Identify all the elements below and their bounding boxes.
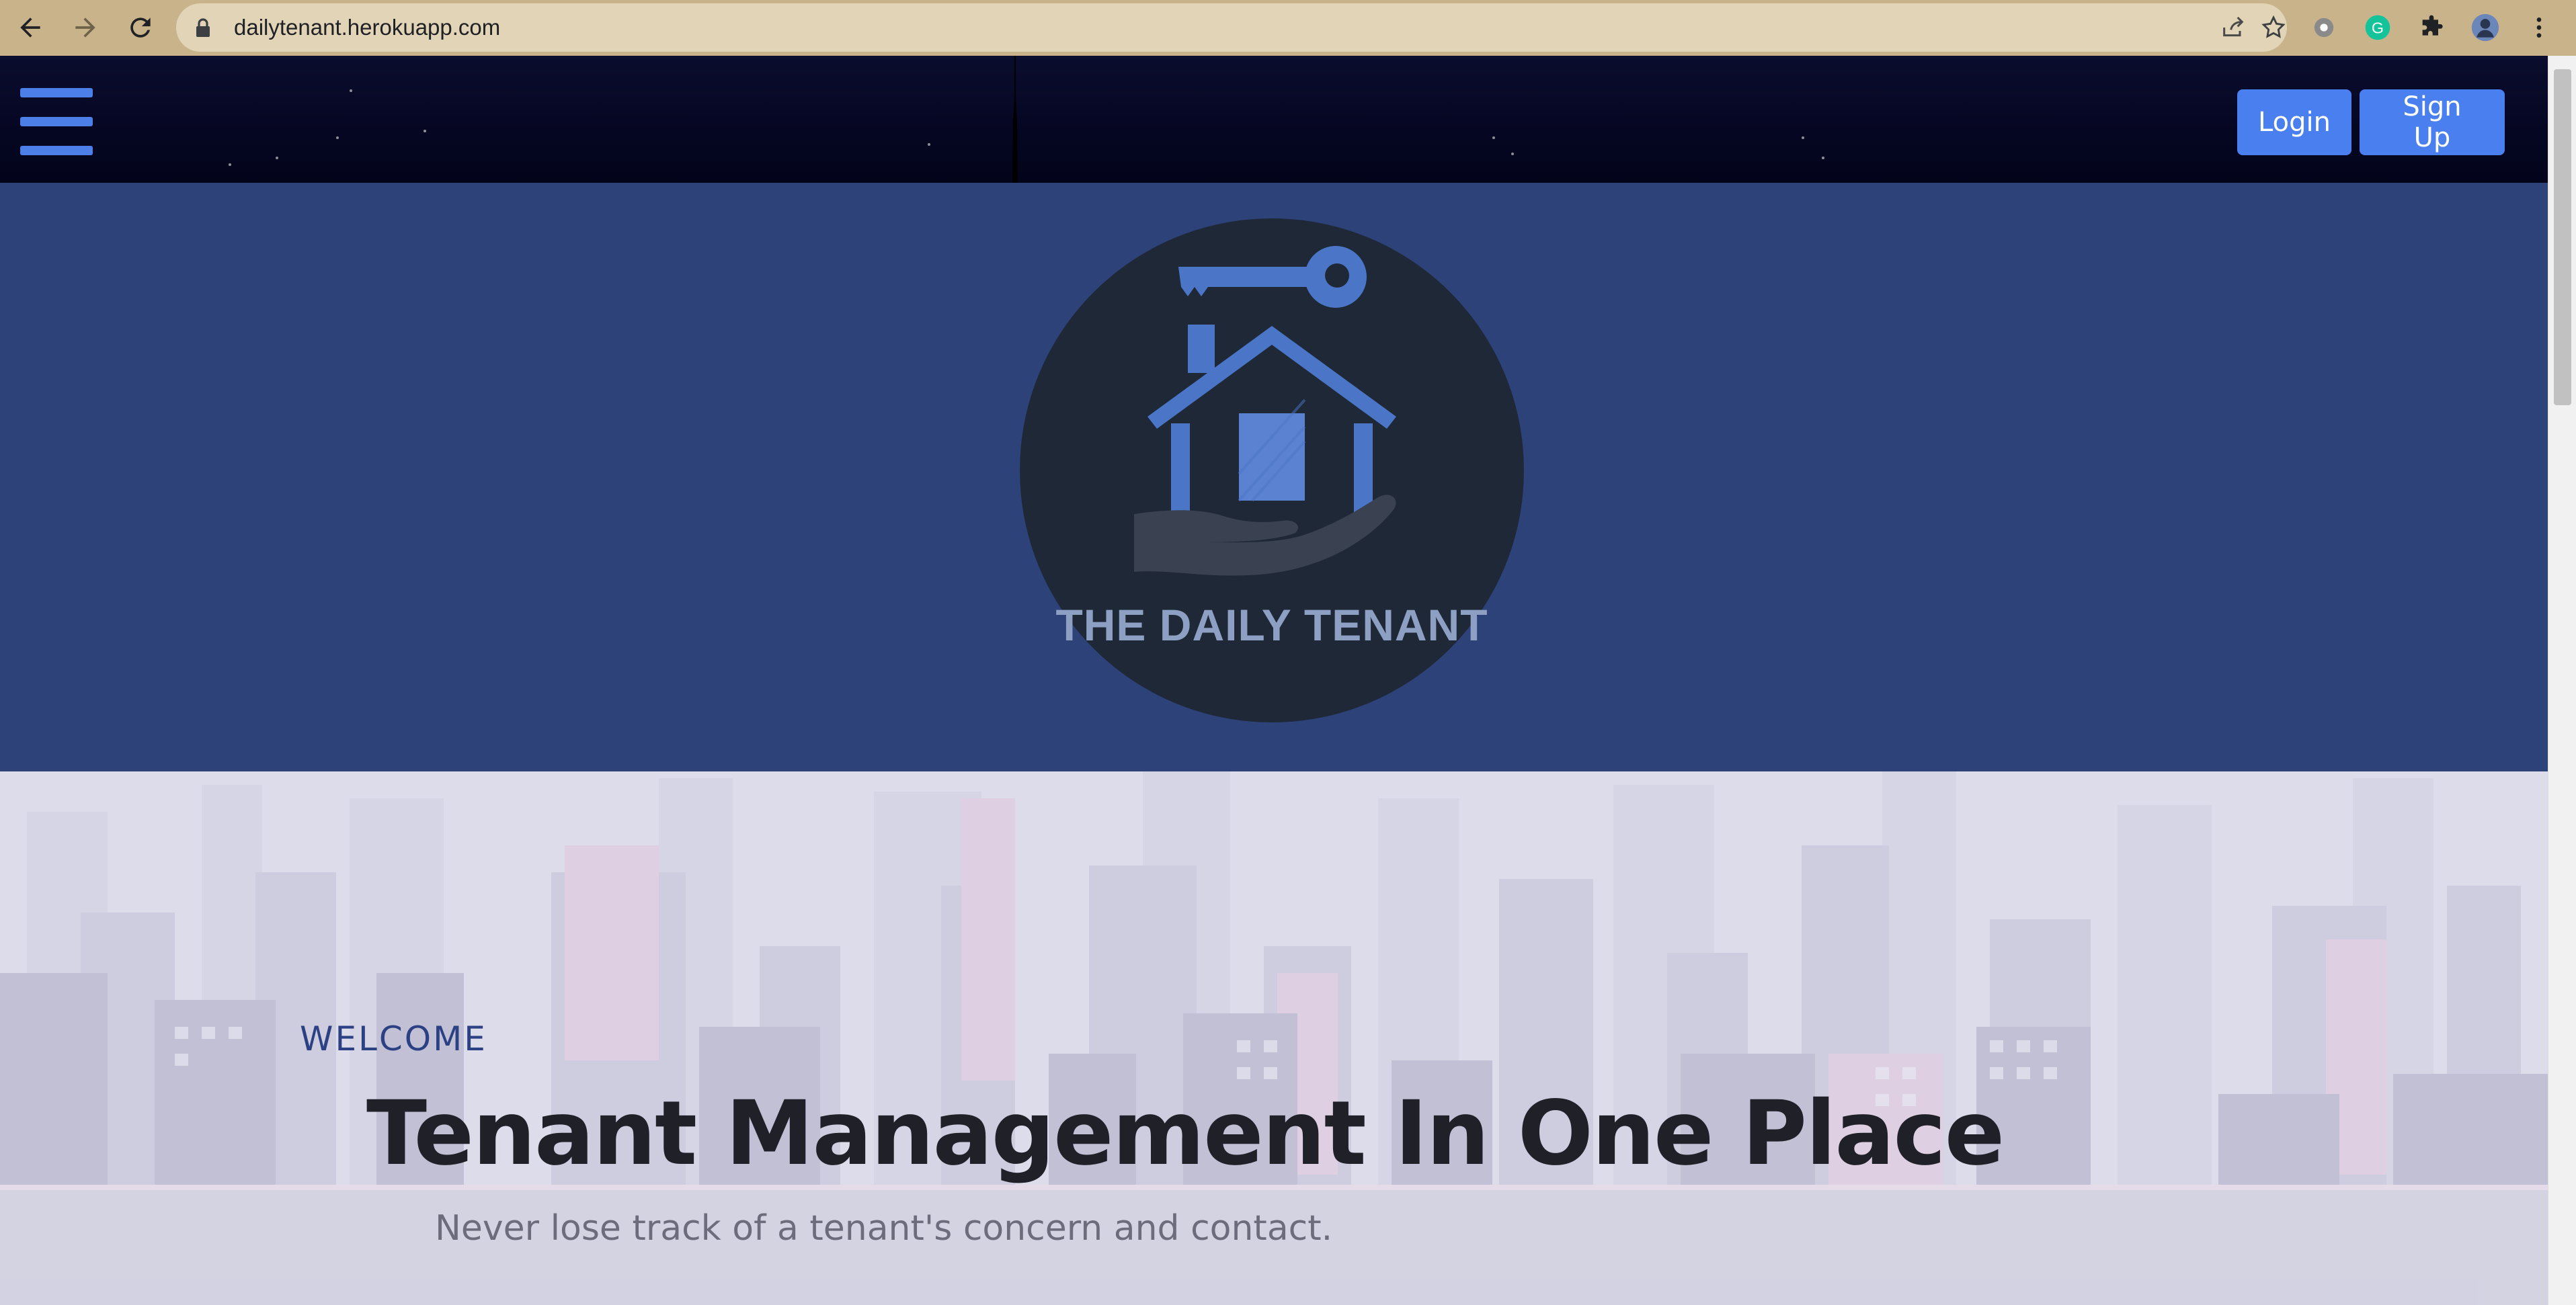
daily-tenant-logo: THE DAILY TENANT [1020, 218, 1524, 722]
address-bar[interactable]: dailytenant.herokuapp.com [176, 3, 2287, 52]
vertical-scrollbar[interactable] [2548, 56, 2576, 1305]
page-viewport: Login Sign Up THE DAILY TENANT WELCOME T… [0, 56, 2548, 1305]
hero-title: Tenant Management In One Place [366, 1082, 2005, 1185]
login-button[interactable]: Login [2237, 89, 2351, 155]
reload-icon[interactable] [120, 7, 161, 48]
share-icon[interactable] [2220, 14, 2247, 41]
extension-circle-icon[interactable] [2308, 12, 2339, 43]
logo-text: THE DAILY TENANT [1055, 600, 1488, 650]
site-header: Login Sign Up [0, 56, 2548, 183]
scrollbar-thumb[interactable] [2554, 69, 2571, 405]
lock-icon[interactable] [195, 18, 211, 37]
browser-toolbar: dailytenant.herokuapp.com G [0, 0, 2576, 56]
welcome-eyebrow: WELCOME [300, 1019, 487, 1058]
grammarly-icon[interactable]: G [2362, 12, 2393, 43]
tower-silhouette [1012, 56, 1018, 183]
hero-section: WELCOME Tenant Management In One Place N… [0, 771, 2548, 1305]
hamburger-icon[interactable] [20, 88, 93, 155]
logo-banner: THE DAILY TENANT [0, 183, 2548, 771]
url-text[interactable]: dailytenant.herokuapp.com [234, 3, 500, 52]
forward-arrow-icon[interactable] [65, 7, 106, 48]
sign-up-button[interactable]: Sign Up [2360, 89, 2505, 155]
hero-subtitle: Never lose track of a tenant's concern a… [435, 1208, 1333, 1249]
star-icon[interactable] [2260, 14, 2287, 41]
back-arrow-icon[interactable] [9, 7, 51, 48]
kebab-menu-icon[interactable] [2524, 12, 2554, 43]
svg-text:G: G [2372, 19, 2384, 36]
profile-avatar-icon[interactable] [2470, 12, 2501, 43]
puzzle-icon[interactable] [2416, 12, 2447, 43]
